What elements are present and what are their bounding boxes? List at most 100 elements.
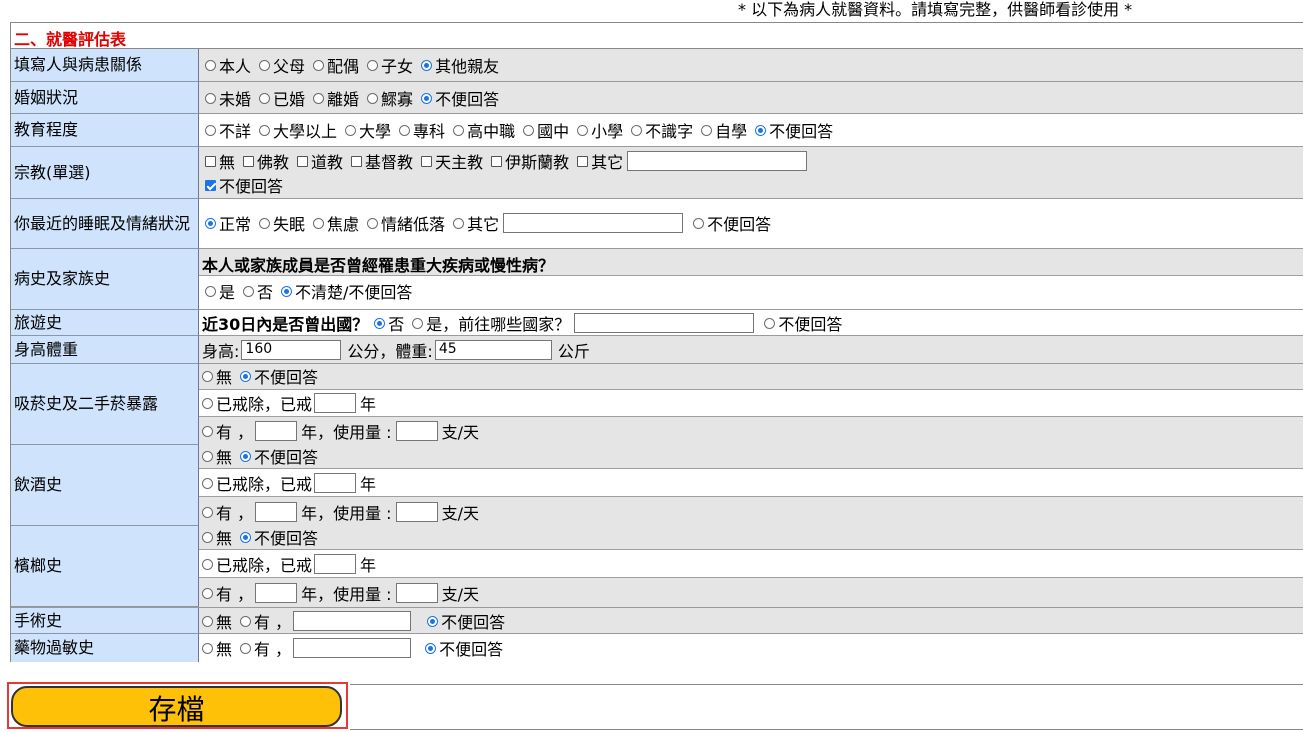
radio-betel-decline[interactable]: 不便回答 (240, 525, 318, 549)
radio-allergy-decline[interactable]: 不便回答 (425, 636, 503, 660)
travel-countries-input[interactable] (574, 313, 755, 333)
radio-sleep-depressed[interactable]: 情緒低落 (367, 211, 445, 235)
radio-education-university[interactable]: 大學 (345, 118, 391, 142)
checkbox-religion-none[interactable]: 無 (205, 149, 235, 173)
smoking-years-input[interactable] (255, 421, 298, 441)
radio-education-elementary[interactable]: 小學 (577, 118, 623, 142)
radio-drinking-quit[interactable]: 已戒除，已戒 (202, 471, 312, 495)
value-smoking: 無 不便回答 已戒除，已戒 年 有 ， 年，使用量 : 支/天 (199, 364, 1303, 445)
radio-sleep-normal[interactable]: 正常 (205, 211, 251, 235)
height-input[interactable]: 160 (241, 340, 342, 360)
row-history: 病史及家族史 本人或家族成員是否曾經罹患重大疾病或慢性病？ 是 否 不清楚/不便… (11, 249, 1303, 310)
radio-betel-yes[interactable]: 有 ， (202, 581, 253, 605)
checkbox-religion-islam[interactable]: 伊斯蘭教 (491, 149, 569, 173)
label-surgery: 手術史 (11, 608, 199, 634)
radio-history-unsure[interactable]: 不清楚/不便回答 (281, 279, 412, 303)
radio-travel-decline[interactable]: 不便回答 (764, 311, 842, 335)
checkbox-religion-christianity[interactable]: 基督教 (351, 149, 413, 173)
radio-smoking-quit[interactable]: 已戒除，已戒 (202, 391, 312, 415)
radio-surgery-none[interactable]: 無 (202, 609, 232, 633)
value-body: 身高: 160 公分，體重: 45 公斤 (199, 336, 1303, 364)
radio-marital-single[interactable]: 未婚 (205, 86, 251, 110)
checkbox-religion-buddhism[interactable]: 佛教 (243, 149, 289, 173)
allergy-detail-input[interactable] (293, 638, 412, 658)
radio-allergy-yes[interactable]: 有 ， (240, 636, 291, 660)
radio-drinking-none[interactable]: 無 (202, 444, 232, 468)
row-sleep: 你最近的睡眠及情緒狀況 正常 失眠 焦慮 情緒低落 其它 不便回答 (11, 199, 1303, 249)
radio-sleep-anxiety[interactable]: 焦慮 (313, 211, 359, 235)
radio-marital-widowed[interactable]: 鰥寡 (367, 86, 413, 110)
radio-history-no[interactable]: 否 (243, 279, 273, 303)
radio-education-highschool[interactable]: 高中職 (453, 118, 515, 142)
radio-drinking-decline[interactable]: 不便回答 (240, 444, 318, 468)
value-surgery: 無 有 ， 不便回答 (199, 608, 1303, 634)
drinking-years-input[interactable] (255, 502, 298, 522)
label-history: 病史及家族史 (11, 249, 199, 310)
weight-unit: 公斤 (557, 342, 590, 361)
radio-betel-none[interactable]: 無 (202, 525, 232, 549)
radio-education-illiterate[interactable]: 不識字 (631, 118, 693, 142)
radio-sleep-decline[interactable]: 不便回答 (693, 211, 771, 235)
radio-marital-married[interactable]: 已婚 (259, 86, 305, 110)
value-relation: 本人 父母 配偶 子女 其他親友 (199, 49, 1303, 82)
value-education: 不詳 大學以上 大學 專科 高中職 國中 小學 不識字 自學 不便回答 (199, 114, 1303, 147)
radio-surgery-decline[interactable]: 不便回答 (427, 609, 505, 633)
checkbox-religion-decline[interactable]: 不便回答 (205, 173, 283, 197)
radio-marital-decline[interactable]: 不便回答 (421, 86, 499, 110)
weight-input[interactable]: 45 (434, 340, 552, 360)
surgery-detail-input[interactable] (293, 611, 412, 631)
checkbox-religion-catholicism[interactable]: 天主教 (421, 149, 483, 173)
label-allergy: 藥物過敏史 (11, 634, 199, 662)
label-drinking: 飲酒史 (11, 445, 199, 526)
checkbox-religion-other[interactable]: 其它 (577, 149, 623, 173)
radio-smoking-decline[interactable]: 不便回答 (240, 364, 318, 388)
radio-history-yes[interactable]: 是 (205, 279, 235, 303)
radio-education-college[interactable]: 專科 (399, 118, 445, 142)
radio-education-unknown[interactable]: 不詳 (205, 118, 251, 142)
betel-amount-input[interactable] (395, 583, 438, 603)
radio-relation-children[interactable]: 子女 (367, 53, 413, 77)
row-drinking: 飲酒史 無 不便回答 已戒除，已戒 年 有 ， 年，使用量 : 支/天 (11, 445, 1303, 526)
row-religion: 宗教(單選) 無 佛教 道教 基督教 天主教 伊斯蘭教 其它 不便回答 (11, 147, 1303, 199)
save-button[interactable]: 存檔 (11, 686, 342, 727)
radio-relation-parents[interactable]: 父母 (259, 53, 305, 77)
value-betel: 無 不便回答 已戒除，已戒 年 有 ， 年，使用量 : 支/天 (199, 526, 1303, 607)
smoking-quit-years-input[interactable] (314, 393, 357, 413)
radio-relation-spouse[interactable]: 配偶 (313, 53, 359, 77)
smoking-amount-input[interactable] (395, 421, 438, 441)
radio-sleep-other[interactable]: 其它 (453, 211, 499, 235)
row-education: 教育程度 不詳 大學以上 大學 專科 高中職 國中 小學 不識字 自學 不便回答 (11, 114, 1303, 147)
travel-question: 近30日內是否曾出國？ (202, 315, 369, 334)
radio-betel-quit[interactable]: 已戒除，已戒 (202, 552, 312, 576)
radio-smoking-none[interactable]: 無 (202, 364, 232, 388)
value-allergy: 無 有 ， 不便回答 (199, 634, 1303, 662)
row-surgery: 手術史 無 有 ， 不便回答 (11, 607, 1303, 634)
radio-smoking-yes[interactable]: 有 ， (202, 419, 253, 443)
radio-marital-divorced[interactable]: 離婚 (313, 86, 359, 110)
radio-education-graduate[interactable]: 大學以上 (259, 118, 337, 142)
radio-allergy-none[interactable]: 無 (202, 636, 232, 660)
radio-travel-no[interactable]: 否 (374, 311, 404, 335)
radio-sleep-insomnia[interactable]: 失眠 (259, 211, 305, 235)
row-betel: 檳榔史 無 不便回答 已戒除，已戒 年 有 ， 年，使用量 : 支/天 (11, 526, 1303, 607)
religion-other-input[interactable] (627, 151, 808, 171)
label-marital: 婚姻狀況 (11, 82, 199, 114)
radio-relation-self[interactable]: 本人 (205, 53, 251, 77)
radio-education-junior[interactable]: 國中 (523, 118, 569, 142)
drinking-quit-years-input[interactable] (314, 473, 357, 493)
radio-surgery-yes[interactable]: 有 ， (240, 609, 291, 633)
betel-quit-years-input[interactable] (314, 554, 357, 574)
value-sleep: 正常 失眠 焦慮 情緒低落 其它 不便回答 (199, 199, 1303, 249)
radio-travel-yes[interactable]: 是，前往哪些國家？ (412, 311, 570, 335)
sleep-other-input[interactable] (503, 213, 684, 233)
radio-education-decline[interactable]: 不便回答 (755, 118, 833, 142)
drinking-amount-input[interactable] (395, 502, 438, 522)
radio-education-self-taught[interactable]: 自學 (701, 118, 747, 142)
radio-relation-other[interactable]: 其他親友 (421, 53, 499, 77)
betel-years-input[interactable] (255, 583, 298, 603)
divider-top (350, 684, 1303, 685)
section-title: 二、就醫評估表 (14, 30, 127, 49)
radio-drinking-yes[interactable]: 有 ， (202, 500, 253, 524)
row-travel: 旅遊史 近30日內是否曾出國？ 否 是，前往哪些國家？ 不便回答 (11, 310, 1303, 336)
checkbox-religion-taoism[interactable]: 道教 (297, 149, 343, 173)
